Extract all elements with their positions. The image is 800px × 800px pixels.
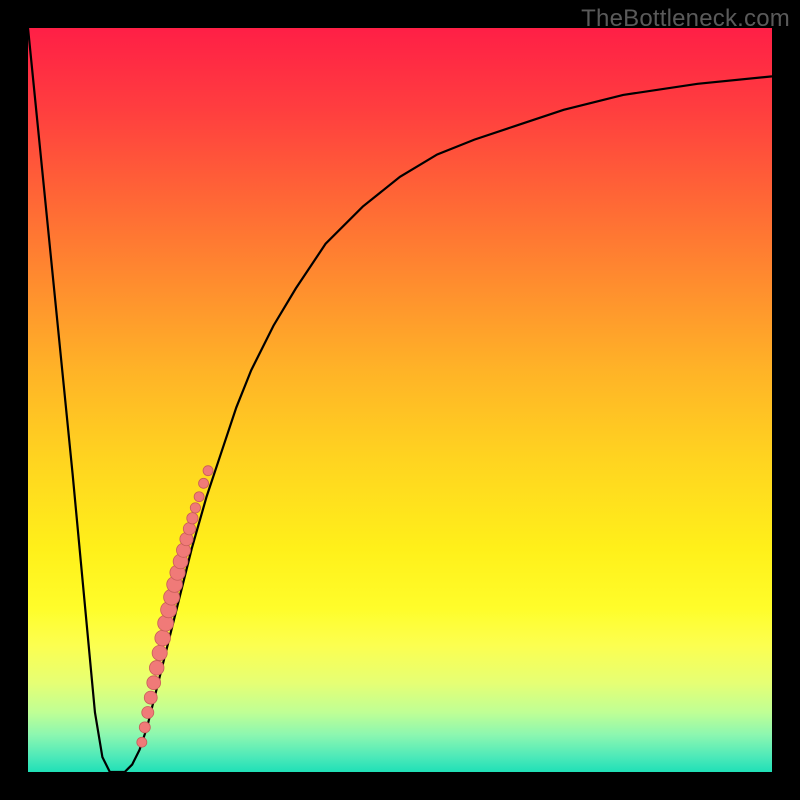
curve-path — [28, 28, 772, 772]
curve-dot — [155, 630, 171, 646]
curve-dot — [199, 478, 209, 488]
curve-dots — [137, 466, 213, 748]
plot-area — [28, 28, 772, 772]
curve-dot — [142, 706, 154, 718]
curve-dot — [144, 691, 157, 704]
watermark-text: TheBottleneck.com — [581, 5, 790, 33]
curve-dot — [183, 523, 195, 535]
curve-dot — [187, 513, 198, 524]
curve-dot — [147, 676, 161, 690]
curve-dot — [152, 645, 167, 660]
bottleneck-curve — [28, 28, 772, 772]
curve-dot — [203, 466, 213, 476]
curve-dot — [190, 503, 200, 513]
curve-dot — [139, 722, 150, 733]
curve-dot — [149, 661, 164, 676]
chart-svg — [28, 28, 772, 772]
curve-dot — [137, 737, 147, 747]
chart-frame: TheBottleneck.com — [0, 0, 800, 800]
curve-dot — [194, 492, 204, 502]
